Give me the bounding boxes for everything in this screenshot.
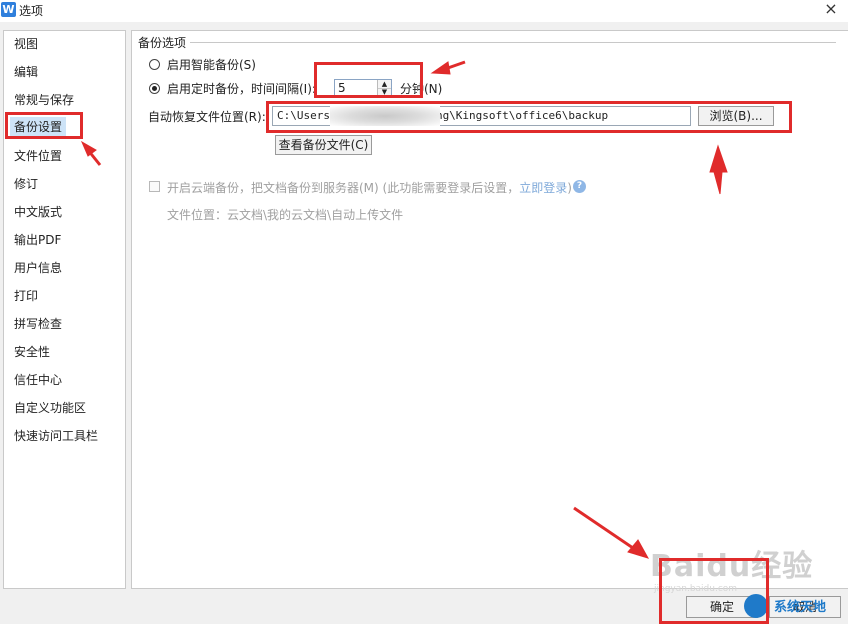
annotation-box-ok: [659, 558, 769, 624]
annotation-box-path: [266, 101, 792, 133]
sidebar-item-customize-ribbon[interactable]: 自定义功能区: [14, 398, 86, 418]
annotation-box-interval: [314, 62, 423, 98]
annotation-box-sidebar: [5, 112, 83, 139]
smart-backup-label[interactable]: 启用智能备份(S): [167, 56, 256, 73]
sidebar-item-export-pdf[interactable]: 输出PDF: [14, 230, 61, 250]
sidebar-item-file-location[interactable]: 文件位置: [14, 146, 62, 166]
sidebar-item-user-info[interactable]: 用户信息: [14, 258, 62, 278]
close-button[interactable]: ×: [822, 0, 840, 18]
auto-recover-location-label: 自动恢复文件位置(R):: [148, 110, 266, 124]
sidebar-item-trust-center[interactable]: 信任中心: [14, 370, 62, 390]
window-title: 选项: [19, 4, 44, 18]
help-icon[interactable]: ?: [573, 180, 586, 193]
corner-logo-text: 系统天地: [774, 600, 827, 615]
sidebar-item-spell-check[interactable]: 拼写检查: [14, 314, 62, 334]
cloud-close-paren: ): [567, 181, 572, 195]
cloud-backup-checkbox[interactable]: [149, 181, 160, 192]
sidebar-item-print[interactable]: 打印: [14, 286, 38, 306]
sidebar-item-general-save[interactable]: 常规与保存: [14, 90, 74, 110]
sidebar-item-revision[interactable]: 修订: [14, 174, 38, 194]
sidebar-item-security[interactable]: 安全性: [14, 342, 50, 362]
sidebar-item-quick-access-toolbar[interactable]: 快速访问工具栏: [14, 426, 98, 446]
cloud-backup-label[interactable]: 开启云端备份，把文档备份到服务器(M) (此功能需要登录后设置，立即登录): [167, 179, 572, 196]
cloud-file-location: 文件位置：云文档\我的云文档\自动上传文件: [167, 208, 404, 222]
login-link[interactable]: 立即登录: [519, 181, 567, 195]
wps-w-icon: W: [1, 2, 16, 17]
sidebar-item-chinese-layout[interactable]: 中文版式: [14, 202, 62, 222]
view-backup-files-button[interactable]: 查看备份文件(C): [275, 135, 372, 155]
smart-backup-radio[interactable]: [149, 59, 160, 70]
timed-backup-radio[interactable]: [149, 83, 160, 94]
group-divider: [190, 42, 836, 43]
sidebar-item-edit[interactable]: 编辑: [14, 62, 38, 82]
sidebar-item-view[interactable]: 视图: [14, 34, 38, 54]
timed-backup-label[interactable]: 启用定时备份，时间间隔(I):: [167, 80, 316, 97]
title-bar: W 选项 ×: [0, 0, 848, 22]
group-title: 备份选项: [138, 36, 187, 50]
cloud-backup-text: 开启云端备份，把文档备份到服务器(M) (此功能需要登录后设置，: [167, 181, 520, 195]
